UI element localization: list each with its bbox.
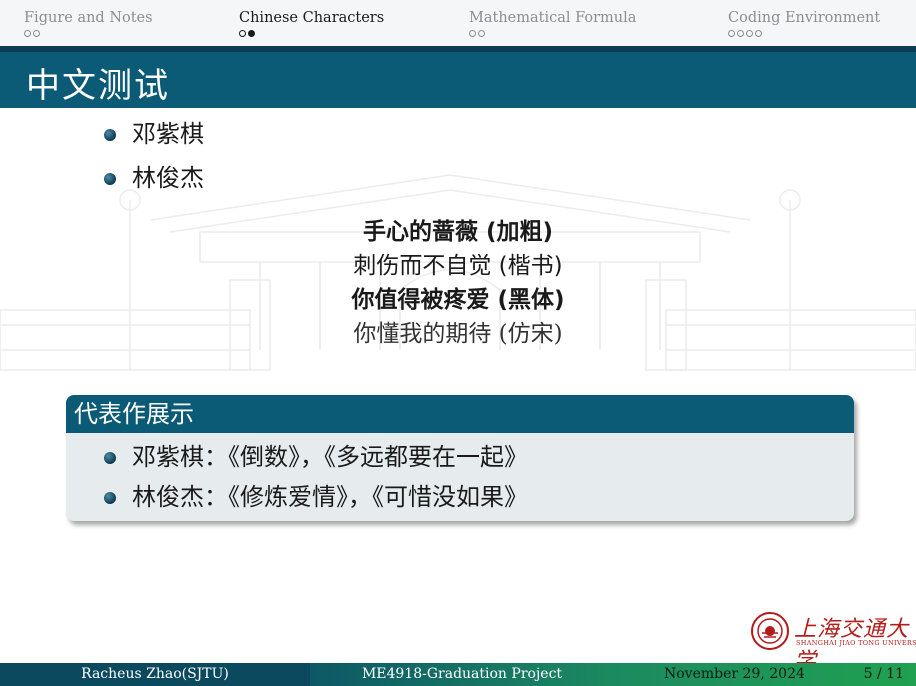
list-item: 林俊杰 bbox=[100, 160, 204, 204]
subsection-dot[interactable] bbox=[469, 30, 476, 37]
footer-author: Racheus Zhao(SJTU) bbox=[0, 663, 310, 686]
font-sample-lines: 手心的蔷薇 (加粗) 刺伤而不自觉 (楷书) 你值得被疼爱 (黑体) 你懂我的期… bbox=[0, 215, 916, 351]
bullet-ball-icon bbox=[104, 492, 116, 504]
font-sample-line: 你值得被疼爱 (黑体) bbox=[351, 287, 565, 313]
subsection-dot[interactable] bbox=[728, 30, 735, 37]
bullet-ball-icon bbox=[104, 129, 116, 141]
subsection-dot[interactable] bbox=[755, 30, 762, 37]
subsection-dot[interactable] bbox=[746, 30, 753, 37]
nav-dots-chinese-characters bbox=[239, 30, 255, 40]
singer-list: 邓紫棋 林俊杰 bbox=[100, 116, 204, 204]
list-item-text: 林俊杰 bbox=[132, 164, 204, 192]
frame-title: 中文测试 bbox=[26, 66, 170, 106]
nav-section-label: Chinese Characters bbox=[239, 10, 385, 26]
block-body: 邓紫棋：《倒数》，《多远都要在一起》 林俊杰：《修炼爱情》，《可惜没如果》 bbox=[66, 433, 854, 517]
nav-section-coding-environment[interactable]: Coding Environment bbox=[728, 10, 880, 26]
subsection-dot-current[interactable] bbox=[248, 30, 255, 37]
list-item: 林俊杰：《修炼爱情》，《可惜没如果》 bbox=[102, 477, 854, 517]
nav-section-chinese-characters[interactable]: Chinese Characters bbox=[239, 10, 384, 26]
font-sample-line: 手心的蔷薇 (加粗) bbox=[362, 219, 554, 245]
nav-dots-coding-environment bbox=[728, 30, 762, 40]
nav-section-label: Mathematical Formula bbox=[469, 10, 637, 26]
subsection-dot[interactable] bbox=[33, 30, 40, 37]
bullet-ball-icon bbox=[104, 452, 116, 464]
list-item-text: 邓紫棋：《倒数》，《多远都要在一起》 bbox=[132, 443, 528, 471]
footer-page-number[interactable]: 5 / 11 bbox=[864, 663, 904, 686]
nav-section-label: Coding Environment bbox=[728, 10, 881, 26]
sjtu-logo: 上海交通大学 SHANGHAI JIAO TONG UNIVERSITY bbox=[750, 609, 916, 674]
logo-subtitle: SHANGHAI JIAO TONG UNIVERSITY bbox=[796, 639, 916, 647]
nav-dots-figure-notes bbox=[24, 30, 40, 40]
subsection-dot[interactable] bbox=[24, 30, 31, 37]
subsection-dot[interactable] bbox=[737, 30, 744, 37]
university-seal-icon bbox=[751, 612, 789, 650]
list-item: 邓紫棋：《倒数》，《多远都要在一起》 bbox=[102, 437, 854, 477]
list-item-text: 林俊杰：《修炼爱情》，《可惜没如果》 bbox=[132, 483, 528, 511]
frame-title-bar: 中文测试 bbox=[0, 46, 916, 108]
nav-dots-mathematical-formula bbox=[469, 30, 485, 40]
font-sample-line: 刺伤而不自觉 (楷书) bbox=[353, 253, 563, 279]
footer-title: ME4918-Graduation Project bbox=[310, 663, 614, 686]
footer-date: November 29, 2024 bbox=[664, 666, 805, 682]
list-item-text: 邓紫棋 bbox=[132, 120, 204, 148]
bullet-ball-icon bbox=[104, 173, 116, 185]
subsection-dot[interactable] bbox=[478, 30, 485, 37]
section-navigation: Figure and Notes Chinese Characters Math… bbox=[0, 0, 916, 46]
block-title: 代表作展示 bbox=[66, 395, 854, 433]
representative-works-block: 代表作展示 邓紫棋：《倒数》，《多远都要在一起》 林俊杰：《修炼爱情》，《可惜没… bbox=[66, 395, 854, 521]
subsection-dot[interactable] bbox=[239, 30, 246, 37]
nav-section-figure-notes[interactable]: Figure and Notes bbox=[24, 10, 153, 26]
footer: Racheus Zhao(SJTU) ME4918-Graduation Pro… bbox=[0, 663, 916, 686]
font-sample-line: 你懂我的期待 (仿宋) bbox=[353, 321, 563, 347]
list-item: 邓紫棋 bbox=[100, 116, 204, 160]
nav-section-mathematical-formula[interactable]: Mathematical Formula bbox=[469, 10, 636, 26]
nav-section-label: Figure and Notes bbox=[24, 10, 153, 26]
footer-info: November 29, 2024 5 / 11 bbox=[614, 663, 916, 686]
